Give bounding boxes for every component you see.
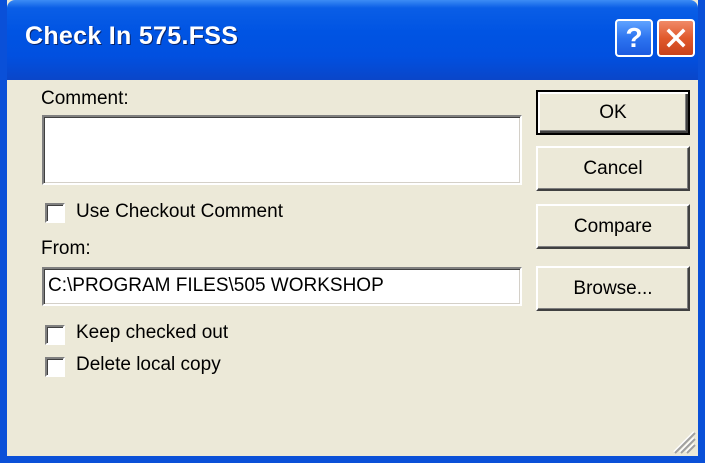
cancel-button[interactable]: Cancel (536, 146, 690, 191)
help-button[interactable]: ? (615, 19, 653, 57)
keep-checked-out-label: Keep checked out (76, 322, 229, 343)
resize-grip-icon[interactable] (668, 426, 696, 454)
delete-local-copy-label: Delete local copy (76, 354, 221, 375)
delete-local-copy-checkbox[interactable] (45, 357, 65, 377)
ok-button[interactable]: OK (536, 90, 690, 135)
help-icon: ? (625, 22, 643, 53)
check-in-dialog: Check In 575.FSS ? Comment: Use Checkout… (0, 0, 705, 463)
comment-input[interactable] (42, 115, 522, 185)
close-button[interactable] (657, 19, 695, 57)
dialog-title: Check In 575.FSS (25, 22, 239, 50)
from-label: From: (41, 238, 91, 259)
compare-button[interactable]: Compare (536, 204, 690, 249)
use-checkout-comment-checkbox[interactable] (45, 203, 65, 223)
use-checkout-comment-label: Use Checkout Comment (76, 201, 283, 222)
dialog-body: Comment: Use Checkout Comment From: C:\P… (7, 80, 698, 456)
browse-button[interactable]: Browse... (536, 266, 690, 311)
comment-label: Comment: (41, 88, 129, 109)
close-icon (666, 28, 686, 48)
title-bar[interactable]: Check In 575.FSS ? (7, 0, 698, 80)
from-path-input[interactable]: C:\PROGRAM FILES\505 WORKSHOP (42, 267, 522, 306)
keep-checked-out-checkbox[interactable] (45, 325, 65, 345)
